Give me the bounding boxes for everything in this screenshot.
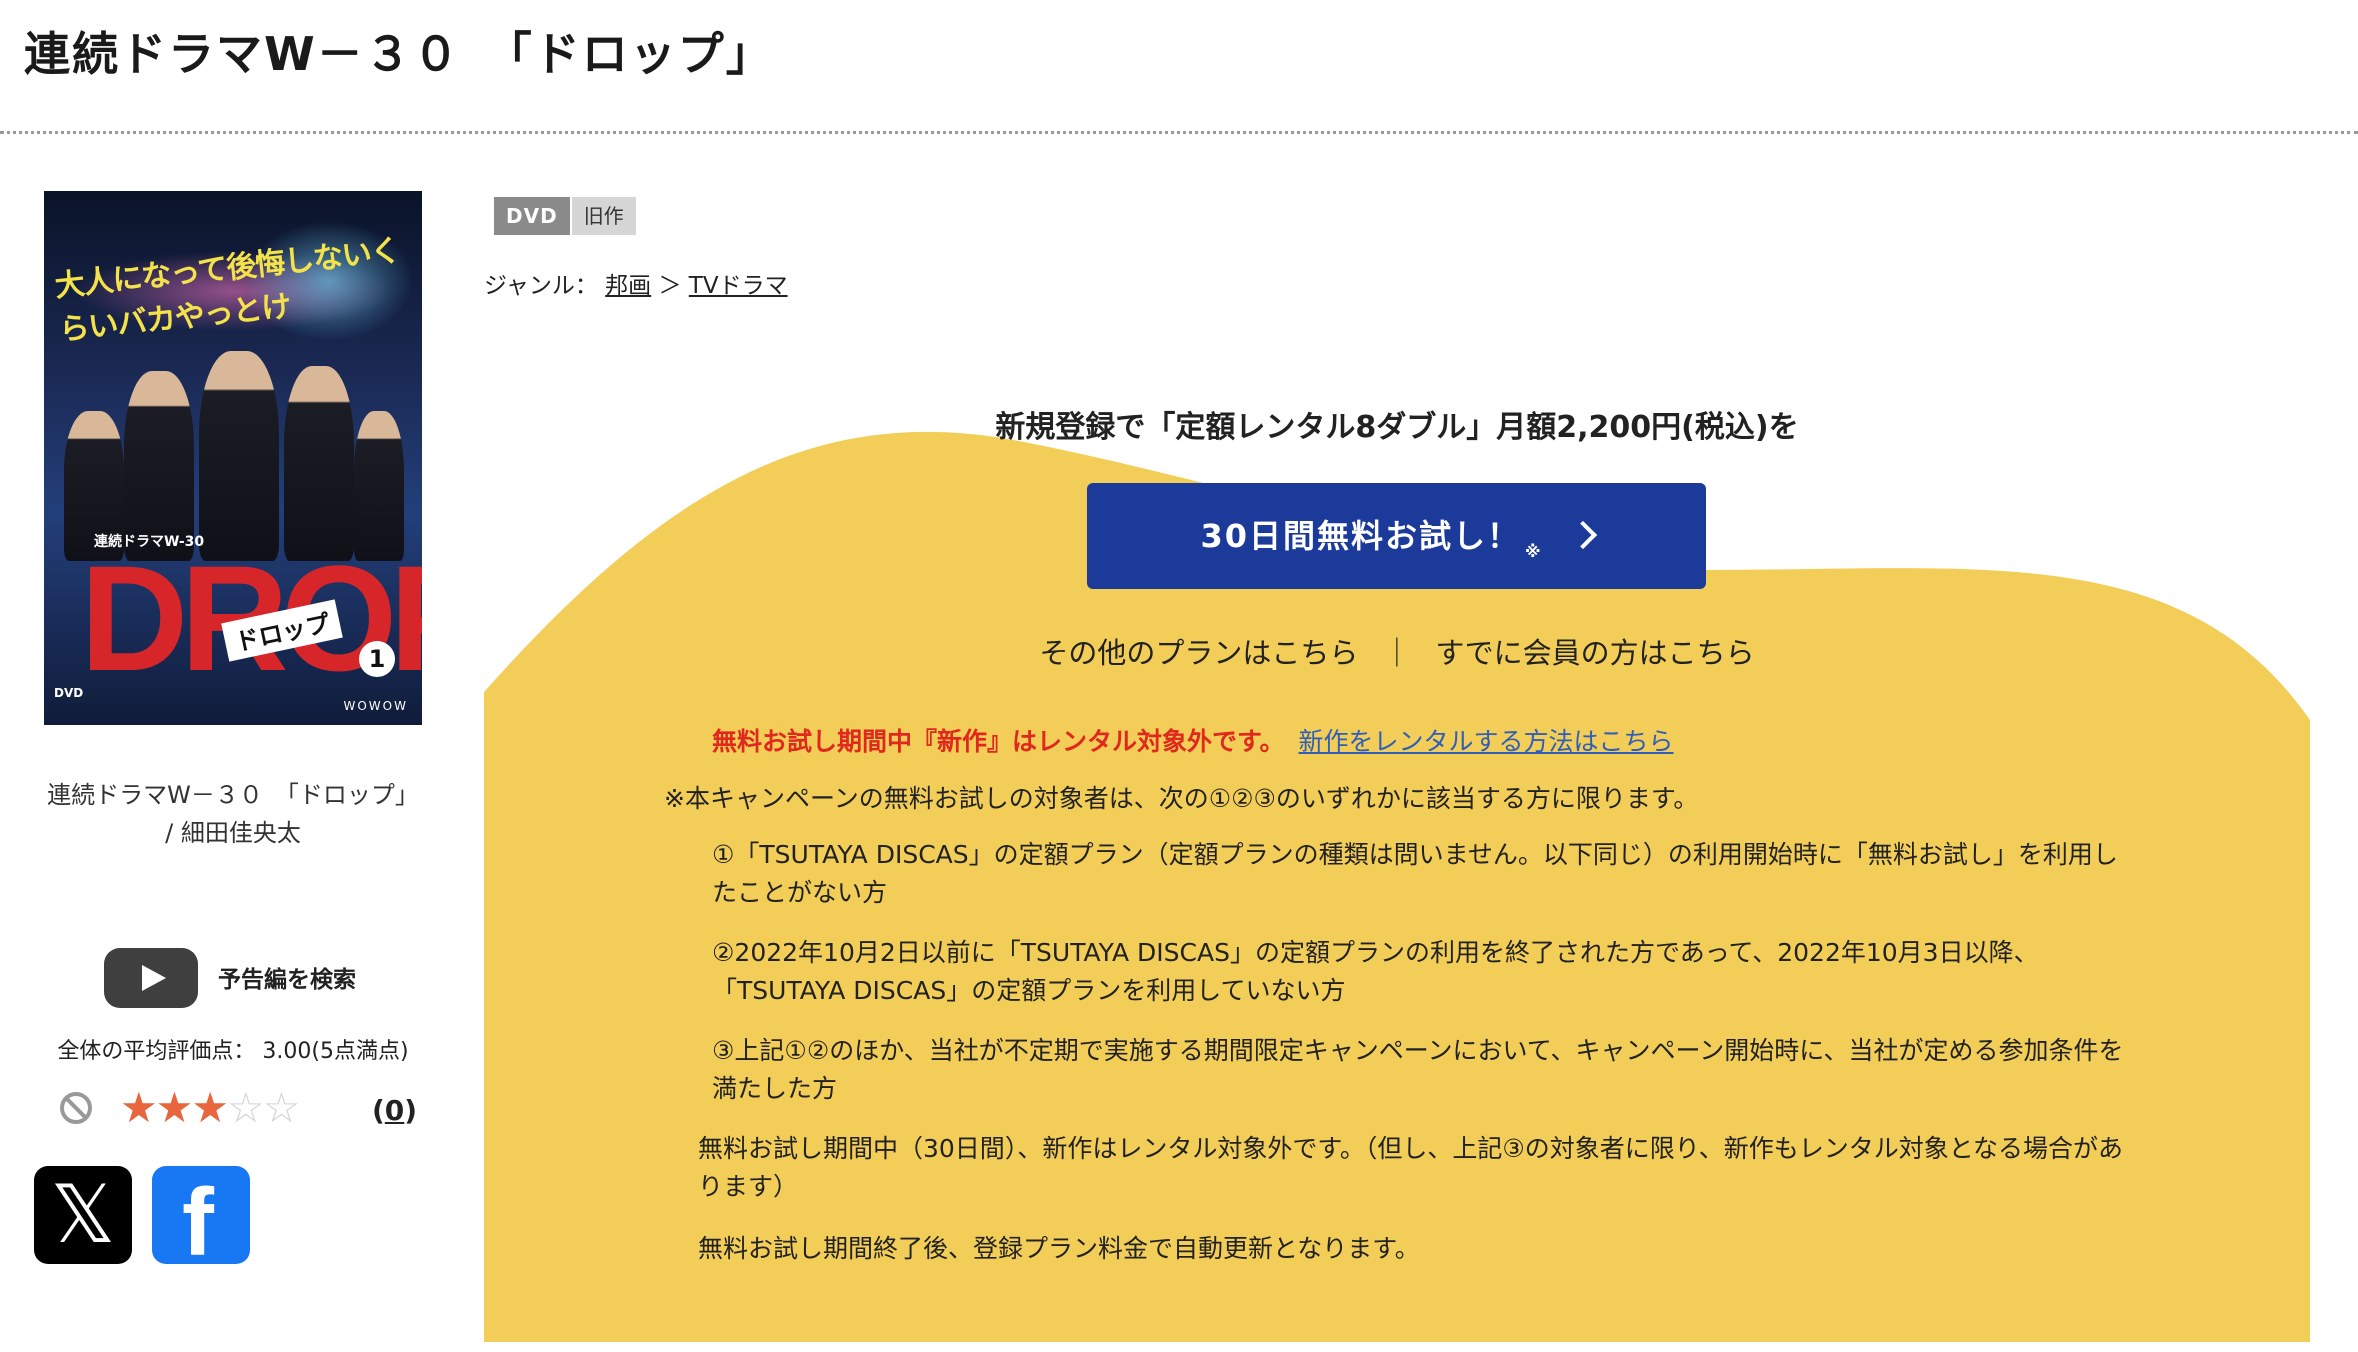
dvd-cover-image[interactable]: 大人になって後悔しないくらいバカやっとけ 連続ドラマW-30 DROP ドロップ… xyxy=(44,191,422,725)
promo-headline: 新規登録で「定額レンタル8ダブル」月額2,200円(税込)を xyxy=(995,410,1799,445)
no-rating-icon[interactable] xyxy=(60,1092,92,1124)
genre-label: ジャンル： xyxy=(484,273,598,299)
plan-links: その他のプランはこちら ｜ すでに会員の方はこちら xyxy=(484,630,2310,672)
star-rating[interactable]: ★★★☆☆ xyxy=(120,1083,301,1132)
genre-separator: ＞ xyxy=(658,273,682,299)
facebook-f-glyph: f xyxy=(182,1169,214,1276)
eligibility-condition-1: ①「TSUTAYA DISCAS」の定額プラン（定額プランの種類は問いません。以… xyxy=(712,840,2118,907)
star-icon[interactable]: ★ xyxy=(120,1083,158,1132)
header-divider xyxy=(0,131,2358,134)
new-release-notice: 無料お試し期間中『新作』はレンタル対象外です。 新作をレンタルする方法はこちら xyxy=(712,722,1674,758)
release-status-badge: 旧作 xyxy=(571,197,636,235)
format-badge: DVD xyxy=(494,197,570,235)
youtube-icon[interactable] xyxy=(104,948,198,1008)
cover-cast-figures xyxy=(64,341,404,561)
free-trial-button-label: 30日間無料お試し！ xyxy=(1200,517,1521,555)
format-badges: DVD 旧作 xyxy=(494,197,638,235)
free-trial-button[interactable]: 30日間無料お試し！ ※ xyxy=(1087,483,1706,589)
new-release-rental-link[interactable]: 新作をレンタルする方法はこちら xyxy=(1299,727,1674,756)
review-count-value[interactable]: 0 xyxy=(385,1094,404,1127)
footnote-mark: ※ xyxy=(1524,542,1543,561)
star-icon[interactable]: ★ xyxy=(191,1083,229,1132)
review-count[interactable]: (0) xyxy=(372,1094,417,1127)
eligibility-condition-2: ②2022年10月2日以前に「TSUTAYA DISCAS」の定額プランの利用を… xyxy=(712,938,2039,1005)
star-icon[interactable]: ☆ xyxy=(227,1083,265,1132)
dvd-logo-icon: DVD xyxy=(54,686,84,700)
product-caption: 連続ドラマW－３０ 「ドロップ」 / 細田佳央太 xyxy=(47,781,419,847)
campaign-eligibility-lead: ※本キャンペーンの無料お試しの対象者は、次の①②③のいずれかに該当する方に限りま… xyxy=(664,784,1699,813)
auto-renew-note: 無料お試し期間終了後、登録プラン料金で自動更新となります。 xyxy=(698,1234,1420,1263)
page-title: 連続ドラマW－３０ 「ドロップ」 xyxy=(24,27,774,81)
member-login-link[interactable]: すでに会員の方はこちら xyxy=(1435,636,1754,670)
facebook-share-icon[interactable]: f xyxy=(152,1166,250,1276)
review-count-close: ) xyxy=(404,1094,418,1127)
cover-volume-number: 1 xyxy=(359,641,395,677)
trailer-search-link[interactable]: 予告編を検索 xyxy=(218,960,356,994)
genre-breadcrumb: ジャンル： 邦画 ＞ TVドラマ xyxy=(484,266,788,300)
trial-period-note: 無料お試し期間中（30日間）、新作はレンタル対象外です。（但し、上記③の対象者に… xyxy=(698,1134,2123,1201)
genre-link-tv-drama[interactable]: TVドラマ xyxy=(689,273,788,299)
star-icon[interactable]: ☆ xyxy=(263,1083,301,1132)
star-icon[interactable]: ★ xyxy=(156,1083,194,1132)
network-logo: WOWOW xyxy=(343,699,408,713)
average-rating-text: 全体の平均評価点： 3.00(5点満点) xyxy=(57,1039,409,1064)
chevron-right-icon xyxy=(1568,520,1597,550)
review-count-open: ( xyxy=(372,1094,385,1127)
link-divider: ｜ xyxy=(1382,636,1412,670)
other-plans-link[interactable]: その他のプランはこちら xyxy=(1039,636,1358,670)
x-share-icon[interactable]: 𝕏 xyxy=(34,1166,132,1264)
new-release-warning: 無料お試し期間中『新作』はレンタル対象外です。 xyxy=(712,727,1285,756)
genre-link-hoga[interactable]: 邦画 xyxy=(605,273,651,299)
eligibility-condition-3: ③上記①②のほか、当社が不定期で実施する期間限定キャンペーンにおいて、キャンペー… xyxy=(712,1036,2124,1103)
